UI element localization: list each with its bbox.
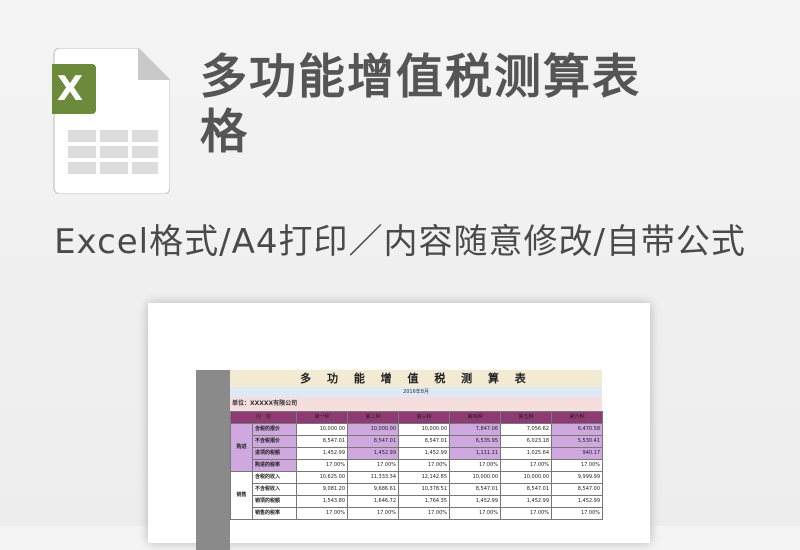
table-row: 不含税收入 9,081.20 9,686.61 10,378.51 8,547.01 8,…	[231, 483, 604, 496]
cell-value[interactable]: 12,142.85	[398, 471, 451, 484]
column-header: 第五种	[500, 411, 553, 424]
row-label: 进项的税额	[251, 447, 298, 460]
cell-value[interactable]: 1,111.11	[449, 447, 502, 460]
table-row: 不含税报价 8,547.01 8,547.01 8,547.01 6,535.95 6,0…	[231, 435, 604, 448]
cell-value[interactable]: 1,452.99	[500, 495, 553, 508]
cell-value[interactable]: 6,470.58	[551, 423, 604, 436]
cell-value[interactable]: 17.00%	[449, 459, 502, 472]
group-label: 销售	[230, 471, 253, 520]
row-label: 不含税收入	[251, 483, 298, 496]
cell-value[interactable]: 17.00%	[347, 507, 400, 520]
cell-value[interactable]: 11,333.34	[347, 471, 400, 484]
cell-value[interactable]: 17.00%	[398, 507, 451, 520]
cell-value[interactable]: 17.00%	[296, 507, 349, 520]
cell-value[interactable]: 10,378.51	[398, 483, 451, 496]
cell-value[interactable]: 1,764.35	[398, 495, 451, 508]
column-header: 第六种	[551, 411, 604, 424]
column-header: 第一种	[296, 411, 349, 424]
column-header: 第四种	[449, 411, 502, 424]
cell-value[interactable]: 17.00%	[398, 459, 451, 472]
sheet: 多 功 能 增 值 税 测 算 表 2016年8月 单位：XXXXX有限公司 内…	[229, 370, 604, 520]
cell-value[interactable]: 10,000.00	[500, 471, 553, 484]
cell-value[interactable]: 1,452.99	[347, 447, 400, 460]
cell-value[interactable]: 940.17	[551, 447, 604, 460]
cell-value[interactable]: 8,547.00	[551, 483, 604, 496]
tax-table: 内 容第一种 第二种 第三种 第四种 第五种 第六种 购进 含税的报价 10,000.00 10,…	[229, 411, 604, 520]
column-header: 第二种	[347, 411, 400, 424]
cell-value[interactable]: 10,625.00	[296, 471, 349, 484]
group-label: 购进	[230, 423, 253, 472]
cell-value[interactable]: 10,000.00	[398, 423, 451, 436]
cell-value[interactable]: 8,547.01	[398, 435, 451, 448]
excel-badge: X	[57, 69, 83, 109]
table-row: 进项的税额 1,452.99 1,452.99 1,452.99 1,111.11 1,0…	[231, 447, 604, 460]
cell-value[interactable]: 8,547.01	[449, 483, 502, 496]
cell-value[interactable]: 1,646.72	[347, 495, 400, 508]
row-label: 销项的税额	[251, 495, 298, 508]
row-header-strip	[196, 370, 230, 550]
page-subtitle: Excel格式/A4打印／内容随意修改/自带公式	[54, 222, 746, 262]
cell-value[interactable]: 6,023.18	[500, 435, 553, 448]
row-label: 购进的税率	[251, 459, 298, 472]
cell-value[interactable]: 17.00%	[347, 459, 400, 472]
cell-value[interactable]: 1,452.99	[551, 495, 604, 508]
cell-value[interactable]: 7,056.62	[500, 423, 553, 436]
cell-value[interactable]: 17.00%	[500, 507, 553, 520]
cell-value[interactable]: 1,452.99	[296, 447, 349, 460]
cell-value[interactable]: 7,847.06	[449, 423, 502, 436]
cell-value[interactable]: 10,000.00	[449, 471, 502, 484]
cell-value[interactable]: 1,452.99	[449, 495, 502, 508]
table-row: 销售的税率 17.00% 17.00% 17.00% 17.00% 17.00% 17.00…	[231, 507, 604, 520]
row-label: 含税的收入	[251, 471, 298, 484]
cell-value[interactable]: 1,452.99	[398, 447, 451, 460]
table-header-row: 内 容第一种 第二种 第三种 第四种 第五种 第六种	[229, 411, 604, 424]
sheet-date: 2016年8月	[230, 387, 602, 397]
cell-value[interactable]: 17.00%	[551, 459, 604, 472]
column-header: 第三种	[398, 411, 451, 424]
cell-value[interactable]: 8,547.01	[500, 483, 553, 496]
table-row: 购进 含税的报价 10,000.00 10,000.00 10,000.00 7,847.…	[230, 423, 604, 472]
cell-value[interactable]: 9,686.61	[347, 483, 400, 496]
cell-value[interactable]: 6,535.95	[449, 435, 502, 448]
spreadsheet-preview: 多 功 能 增 值 税 测 算 表 2016年8月 单位：XXXXX有限公司 内…	[148, 303, 650, 550]
cell-value[interactable]: 17.00%	[449, 507, 502, 520]
cell-value[interactable]: 9,081.20	[296, 483, 349, 496]
cell-value[interactable]: 17.00%	[500, 459, 553, 472]
cell-value[interactable]: 9,999.99	[551, 471, 604, 484]
row-label: 含税的报价	[251, 423, 298, 436]
cell-value[interactable]: 8,547.01	[347, 435, 400, 448]
sheet-title: 多 功 能 增 值 税 测 算 表	[230, 370, 602, 387]
cell-value[interactable]: 1,025.64	[500, 447, 553, 460]
row-label: 不含税报价	[251, 435, 298, 448]
cell-value[interactable]: 1,543.80	[296, 495, 349, 508]
excel-file-icon: X	[52, 48, 170, 194]
page-title: 多功能增值税测算表格	[200, 50, 641, 160]
cell-value[interactable]: 10,000.00	[296, 423, 349, 436]
cell-value[interactable]: 17.00%	[296, 459, 349, 472]
table-row: 销售 含税的收入 10,625.00 11,333.34 12,142.85 10,000…	[230, 471, 604, 520]
cell-value[interactable]: 8,547.01	[296, 435, 349, 448]
sheet-company: 单位：XXXXX有限公司	[230, 397, 602, 411]
cell-value[interactable]: 17.00%	[551, 507, 604, 520]
row-label: 销售的税率	[251, 507, 298, 520]
column-header: 内 容	[229, 411, 298, 424]
cell-value[interactable]: 10,000.00	[347, 423, 400, 436]
cell-value[interactable]: 5,530.41	[551, 435, 604, 448]
table-row: 销项的税额 1,543.80 1,646.72 1,764.35 1,452.99 1,4…	[231, 495, 604, 508]
table-row: 购进的税率 17.00% 17.00% 17.00% 17.00% 17.00% 17.00…	[231, 459, 604, 472]
